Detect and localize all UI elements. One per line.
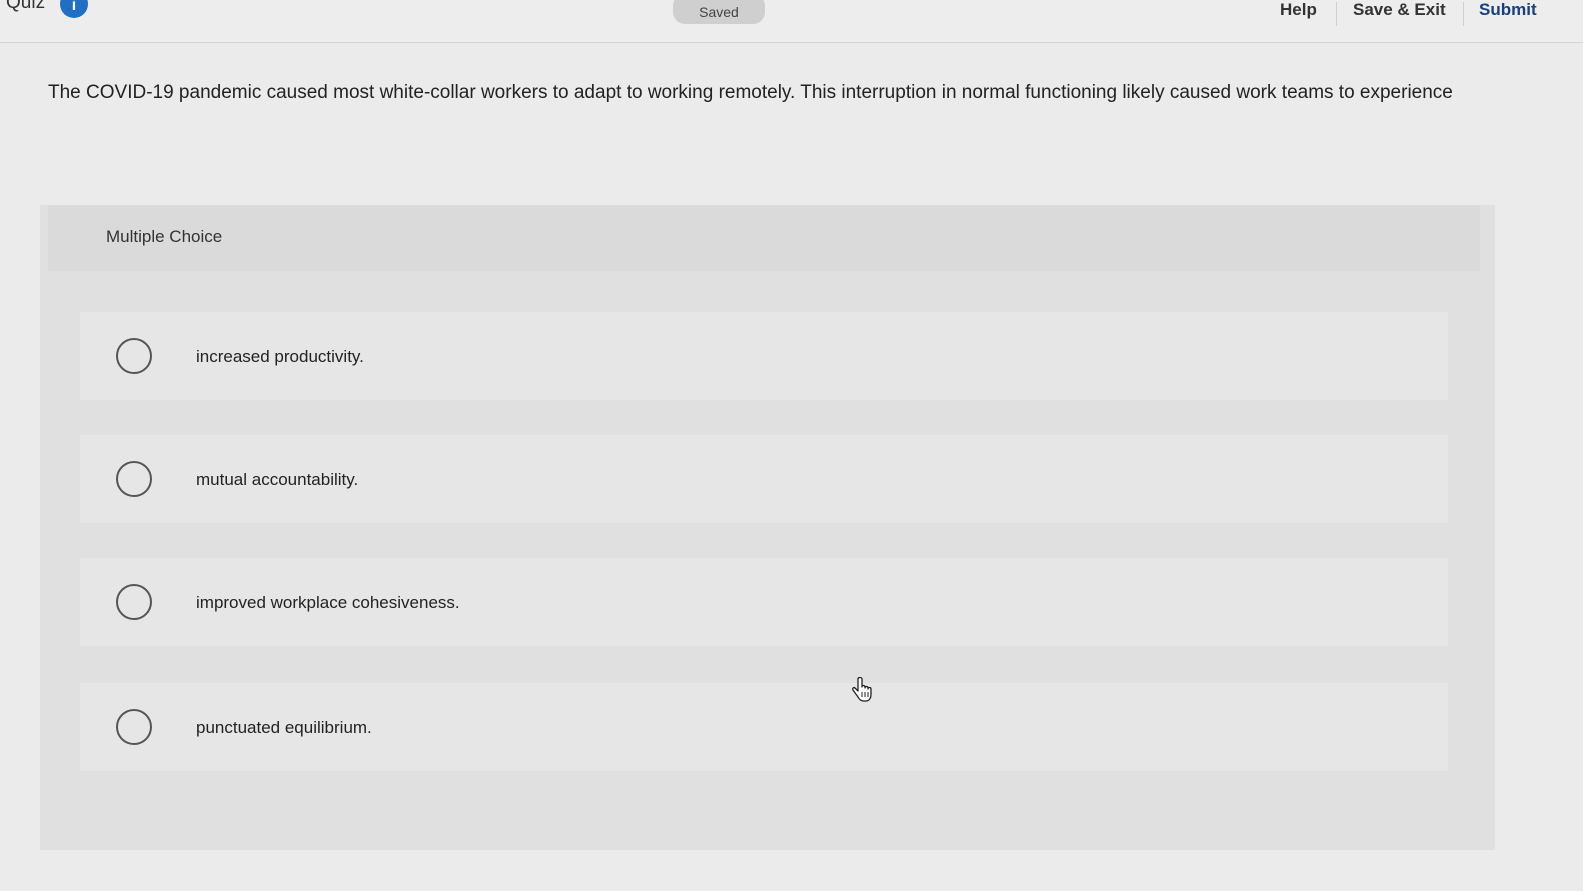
radio-unselected-icon[interactable] <box>116 461 152 497</box>
multiple-choice-panel: Multiple Choice increased productivity. … <box>40 205 1495 850</box>
help-button[interactable]: Help <box>1280 0 1317 20</box>
question-text: The COVID-19 pandemic caused most white-… <box>48 82 1453 103</box>
saved-status-badge: Saved <box>673 0 765 24</box>
choice-label: increased productivity. <box>196 347 364 366</box>
submit-button[interactable]: Submit <box>1479 0 1537 20</box>
save-exit-button[interactable]: Save & Exit <box>1353 0 1446 20</box>
nav-divider <box>1463 2 1464 26</box>
choice-header: Multiple Choice <box>48 205 1480 271</box>
radio-unselected-icon[interactable] <box>116 709 152 745</box>
hand-pointer-icon <box>852 677 872 702</box>
choice-label: improved workplace cohesiveness. <box>196 593 460 612</box>
info-icon[interactable]: i <box>60 0 88 18</box>
choice-option-1[interactable]: increased productivity. <box>80 312 1448 400</box>
choice-option-4[interactable]: punctuated equilibrium. <box>80 683 1448 771</box>
choice-type-label: Multiple Choice <box>106 227 223 246</box>
nav-divider <box>1336 2 1337 26</box>
radio-unselected-icon[interactable] <box>116 338 152 374</box>
choice-label: mutual accountability. <box>196 470 359 489</box>
radio-unselected-icon[interactable] <box>116 584 152 620</box>
quiz-title: Quiz <box>6 0 46 13</box>
top-bar: Quiz i Saved Help Save & Exit Submit <box>0 0 1583 43</box>
choice-label: punctuated equilibrium. <box>196 718 372 737</box>
choice-option-2[interactable]: mutual accountability. <box>80 435 1448 523</box>
choice-option-3[interactable]: improved workplace cohesiveness. <box>80 558 1448 646</box>
